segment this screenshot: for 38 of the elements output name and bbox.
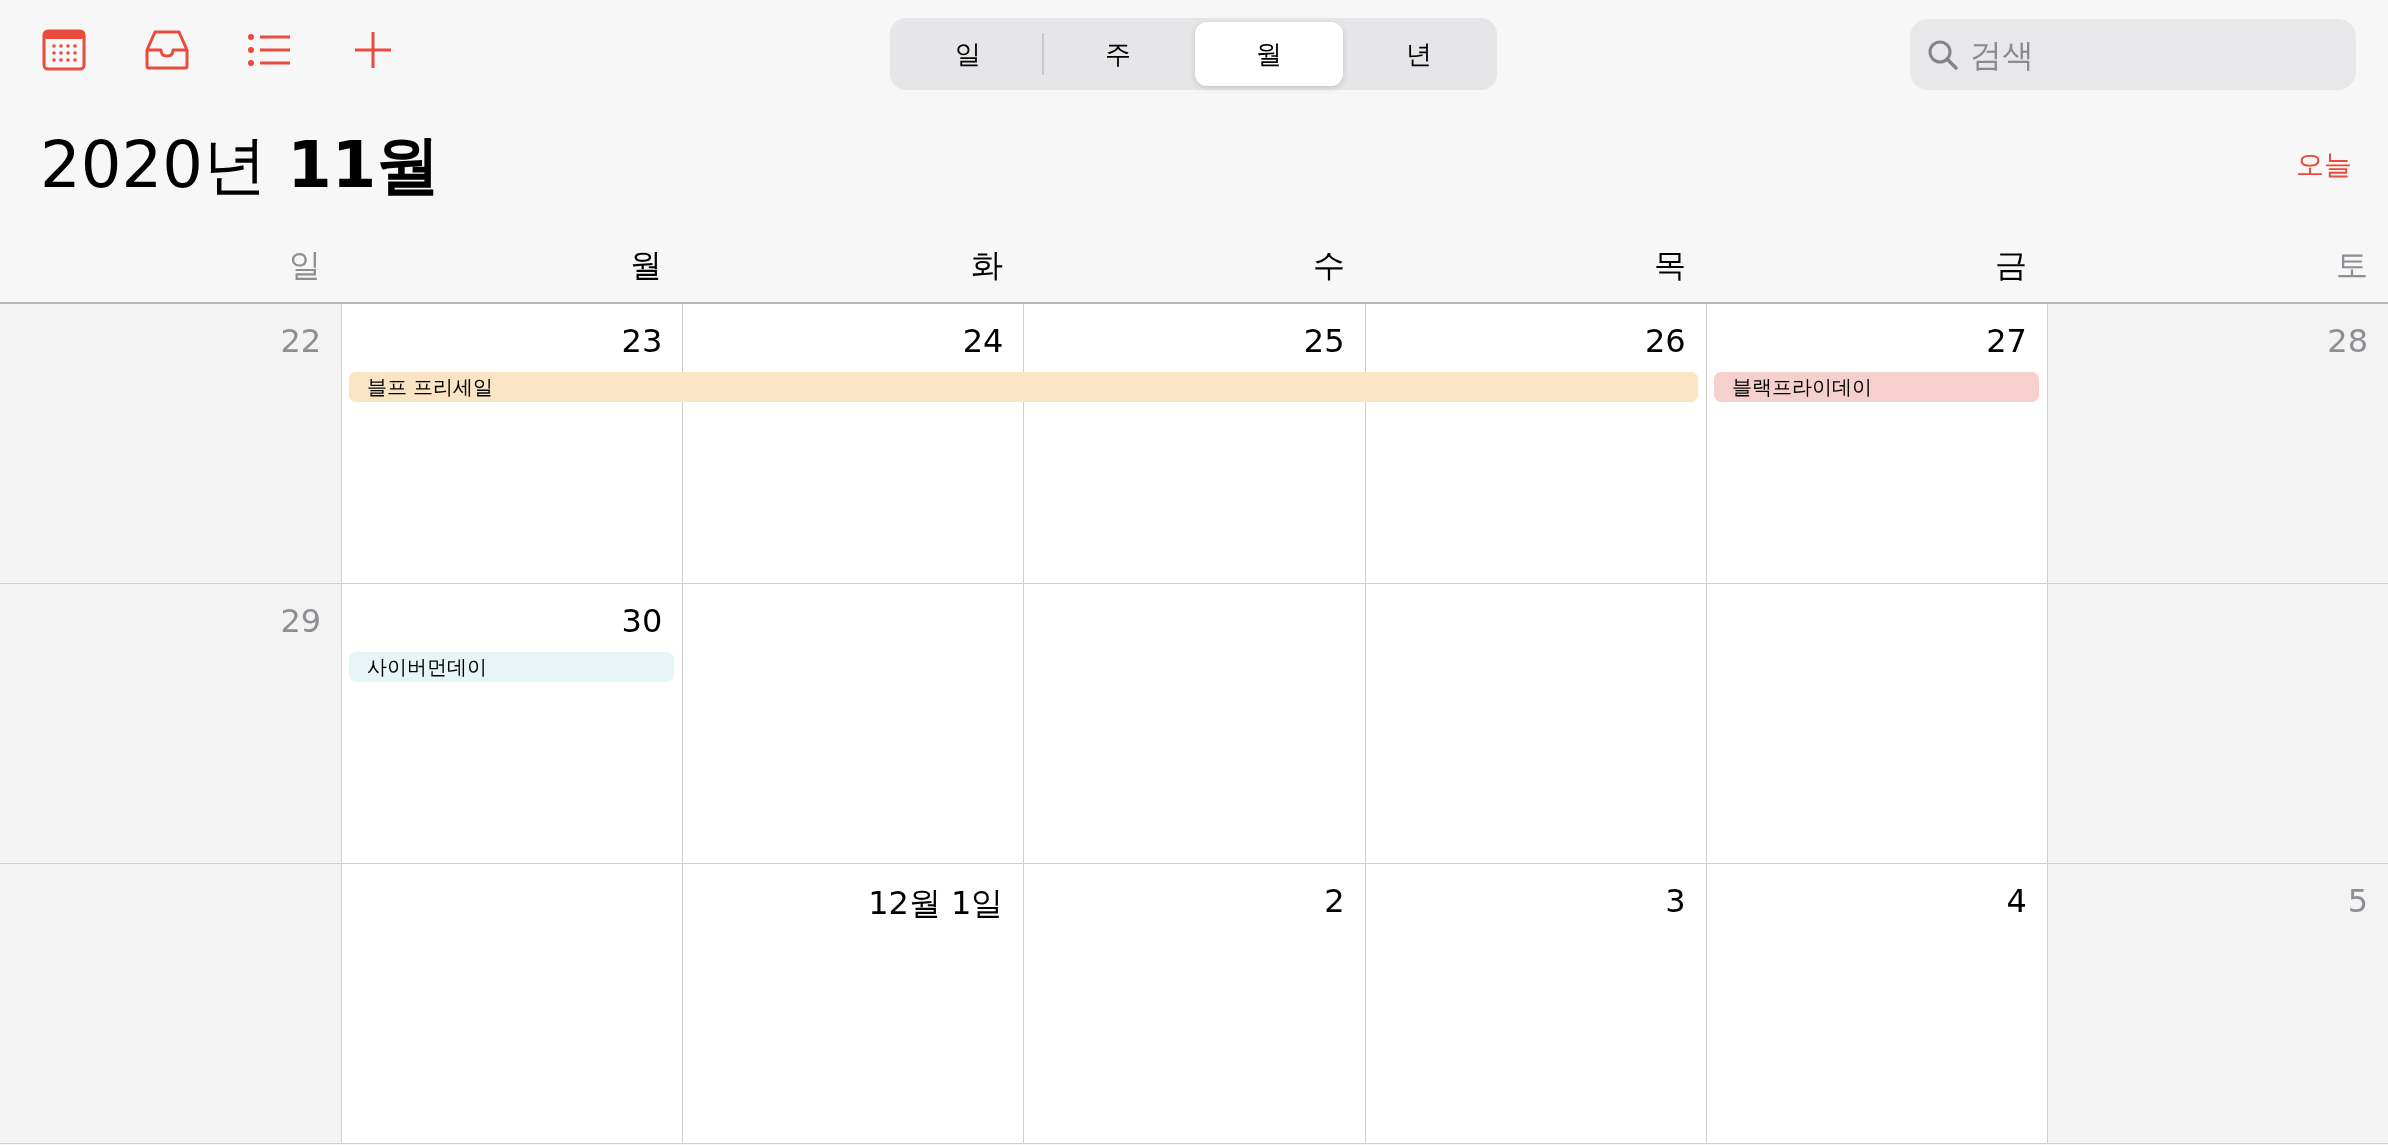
search-field[interactable]: 검색: [1910, 19, 2356, 90]
view-tab[interactable]: 일: [894, 22, 1043, 86]
weekday-label: 월: [630, 245, 663, 286]
weekday-label: 금: [1994, 245, 2027, 286]
weekday-label: 일: [289, 245, 322, 286]
day-number: 3: [1665, 882, 1686, 920]
event-bar[interactable]: 사이버먼데이: [349, 652, 675, 682]
view-tab[interactable]: 년: [1344, 22, 1493, 86]
day-cell[interactable]: [0, 864, 342, 1143]
day-cell[interactable]: [2046, 584, 2388, 863]
day-cell[interactable]: 3: [1364, 864, 1706, 1143]
search-icon: [1926, 38, 1960, 72]
view-tab[interactable]: 주: [1044, 22, 1193, 86]
day-number: 5: [2347, 882, 2368, 920]
day-number: 27: [1986, 322, 2027, 360]
view-tab[interactable]: 월: [1194, 22, 1343, 86]
weekday-label: 토: [2336, 245, 2368, 286]
day-cell[interactable]: 4: [1705, 864, 2047, 1143]
today-button[interactable]: 오늘: [2296, 146, 2352, 184]
day-number: 26: [1645, 322, 1686, 360]
event-bar[interactable]: 블랙프라이데이: [1713, 372, 2039, 402]
event-bar[interactable]: 블프 프리세일: [349, 372, 1698, 402]
day-number: 2: [1324, 882, 1345, 920]
weekday-label: 목: [1653, 245, 1686, 286]
day-number: 25: [1303, 322, 1345, 360]
day-number: 23: [621, 322, 663, 360]
month-title: 2020년 11월: [40, 126, 441, 204]
day-number: 12월 1일: [868, 883, 1004, 924]
day-number: 30: [621, 602, 663, 640]
weekday-label: 화: [971, 245, 1004, 286]
day-cell[interactable]: 2: [1023, 864, 1365, 1143]
day-cell[interactable]: 12월 1일: [682, 864, 1024, 1143]
day-number: 4: [2006, 882, 2027, 920]
day-number: 29: [280, 602, 322, 640]
weekday-label: 수: [1312, 245, 1345, 286]
day-number: 22: [280, 322, 322, 360]
day-number: 24: [962, 322, 1004, 360]
day-number: 28: [2327, 322, 2368, 360]
